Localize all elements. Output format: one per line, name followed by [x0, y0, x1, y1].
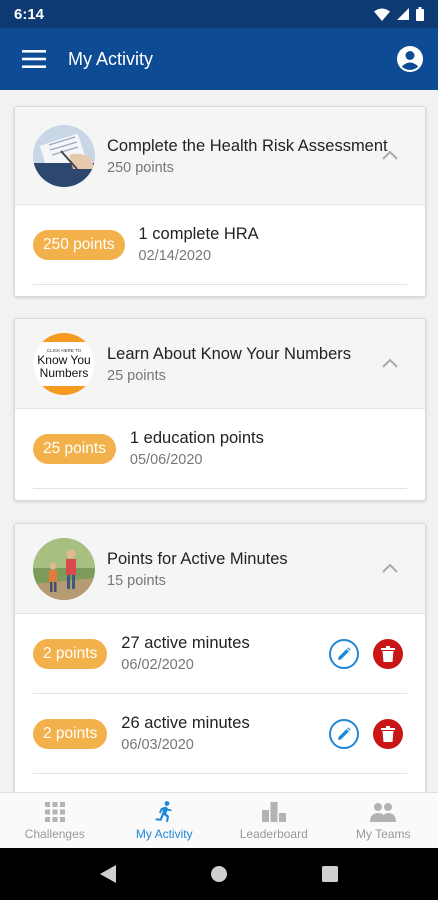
running-person-icon — [155, 801, 172, 822]
account-circle-icon[interactable] — [396, 45, 424, 73]
hamburger-menu-icon[interactable] — [22, 50, 46, 68]
thumb-line2: Numbers — [40, 366, 89, 380]
nav-label: Leaderboard — [239, 827, 308, 841]
app-bar: My Activity — [0, 28, 438, 90]
points-badge: 2 points — [33, 638, 108, 669]
people-icon — [370, 803, 397, 822]
activity-thumbnail-know-your-numbers: CLICK HERE TO Know You Numbers — [33, 332, 95, 395]
entry-title: 26 active minutes — [121, 714, 250, 732]
edit-button[interactable] — [329, 638, 359, 669]
activity-card-header[interactable]: Points for Active Minutes 15 points — [15, 524, 425, 614]
chevron-up-icon[interactable] — [381, 357, 399, 369]
list-item: 2 points 27 active minutes 06/02/2020 — [33, 614, 407, 694]
grid-icon — [44, 802, 65, 822]
entry-date: 05/06/2020 — [129, 452, 203, 468]
nav-label: Challenges — [24, 827, 85, 841]
points-badge: 25 points — [33, 433, 116, 464]
activity-points: 25 points — [107, 368, 166, 385]
nav-leaderboard[interactable]: Leaderboard — [219, 793, 329, 848]
signal-icon — [397, 8, 409, 20]
trash-icon — [381, 725, 395, 742]
pencil-icon — [338, 646, 351, 660]
activity-list[interactable]: Complete the Health Risk Assessment 250 … — [0, 90, 438, 792]
entry-title: 1 education points — [129, 429, 264, 447]
edit-button[interactable] — [329, 718, 359, 749]
points-badge: 2 points — [33, 718, 108, 749]
activity-card-hra: Complete the Health Risk Assessment 250 … — [14, 106, 426, 297]
list-item: 2 points 26 active minutes 06/03/2020 — [33, 694, 407, 774]
recents-icon[interactable] — [322, 866, 338, 882]
entry-date: 06/02/2020 — [121, 657, 194, 673]
nav-my-activity[interactable]: My Activity — [110, 793, 220, 848]
activity-title: Points for Active Minutes — [107, 549, 288, 568]
nav-challenges[interactable]: Challenges — [0, 793, 110, 848]
status-bar: 6:14 — [0, 0, 438, 28]
delete-button[interactable] — [373, 638, 403, 669]
points-badge: 250 points — [33, 229, 125, 260]
nav-label: My Teams — [356, 827, 411, 841]
activity-points: 15 points — [107, 573, 166, 590]
activity-card-know-your-numbers: CLICK HERE TO Know You Numbers Learn Abo… — [14, 318, 426, 501]
system-navigation-bar — [0, 848, 438, 900]
wifi-icon — [374, 8, 390, 21]
entry-date: 06/03/2020 — [121, 737, 194, 753]
activity-title: Learn About Know Your Numbers — [107, 344, 351, 363]
bar-chart-icon — [261, 802, 286, 822]
activity-thumbnail-active-minutes — [33, 537, 95, 600]
battery-icon — [416, 7, 424, 21]
activity-title: Complete the Health Risk Assessment — [107, 136, 388, 155]
activity-card-active-minutes: Points for Active Minutes 15 points 2 po… — [14, 523, 426, 792]
chevron-up-icon[interactable] — [381, 149, 399, 161]
activity-points: 250 points — [107, 160, 174, 177]
page-title: My Activity — [68, 48, 154, 69]
delete-button[interactable] — [373, 718, 403, 749]
bottom-navigation: Challenges My Activity Leaderboard My Te… — [0, 792, 438, 848]
home-icon[interactable] — [210, 865, 228, 883]
list-item: 250 points 1 complete HRA 02/14/2020 — [33, 205, 407, 285]
thumb-line1: Know You — [37, 353, 90, 367]
activity-card-header[interactable]: CLICK HERE TO Know You Numbers Learn Abo… — [15, 319, 425, 409]
list-item: 25 points 1 education points 05/06/2020 — [33, 409, 407, 489]
entry-title: 27 active minutes — [121, 634, 250, 652]
status-time: 6:14 — [14, 5, 45, 23]
status-icons — [374, 7, 424, 21]
nav-my-teams[interactable]: My Teams — [329, 793, 438, 848]
trash-icon — [381, 645, 395, 662]
back-icon[interactable] — [100, 865, 116, 883]
chevron-up-icon[interactable] — [381, 562, 399, 574]
activity-card-header[interactable]: Complete the Health Risk Assessment 250 … — [15, 107, 425, 205]
activity-thumbnail-hra — [33, 124, 95, 187]
nav-label: My Activity — [135, 827, 193, 841]
entry-title: 1 complete HRA — [138, 225, 259, 243]
pencil-icon — [338, 726, 351, 740]
entry-date: 02/14/2020 — [138, 248, 212, 264]
